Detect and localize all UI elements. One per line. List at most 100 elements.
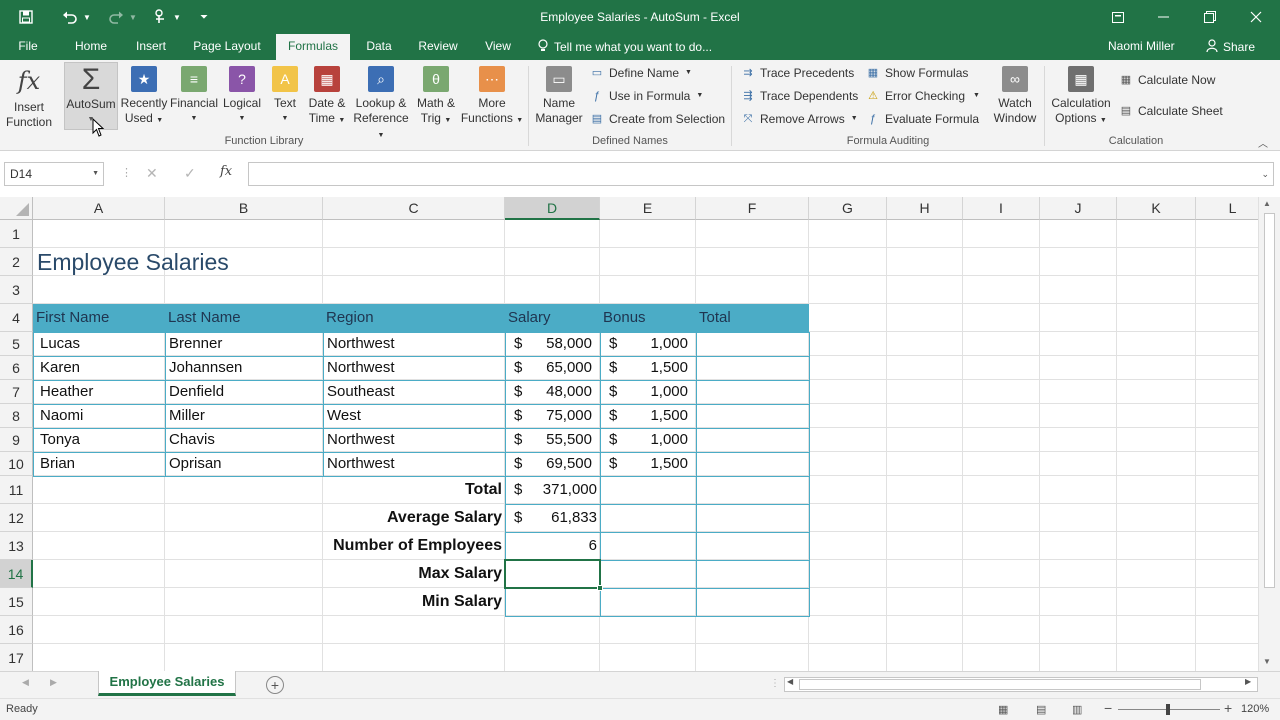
tab-data[interactable]: Data <box>358 34 400 60</box>
cell-last-name[interactable]: Chavis <box>169 428 215 452</box>
column-header-e[interactable]: E <box>600 197 696 220</box>
new-sheet-icon[interactable]: + <box>266 676 284 694</box>
cell-last-name[interactable]: Miller <box>169 404 205 428</box>
summary-value[interactable] <box>505 588 597 616</box>
error-checking-button[interactable]: ⚠ Error Checking ▼ <box>866 89 980 103</box>
trace-dependents-button[interactable]: ⇶ Trace Dependents <box>741 89 858 103</box>
row-header-7[interactable]: 7 <box>0 380 33 404</box>
cell-first-name[interactable]: Naomi <box>40 404 83 428</box>
tab-view[interactable]: View <box>476 34 520 60</box>
row-header-3[interactable]: 3 <box>0 276 33 304</box>
close-icon[interactable] <box>1233 0 1279 34</box>
tell-me-box[interactable]: Tell me what you want to do... <box>538 34 712 60</box>
trace-precedents-button[interactable]: ⇉ Trace Precedents <box>741 66 854 80</box>
cell-first-name[interactable]: Lucas <box>40 332 80 356</box>
define-name-button[interactable]: ▭ Define Name ▼ <box>590 66 692 80</box>
zoom-out-icon[interactable]: − <box>1104 700 1112 716</box>
recently-used-button[interactable]: ★ Recently Used ▼ <box>118 66 170 128</box>
cell-region[interactable]: Northwest <box>327 428 395 452</box>
summary-value[interactable]: 6 <box>505 532 597 560</box>
row-header-11[interactable]: 11 <box>0 476 33 504</box>
row-header-14[interactable]: 14 <box>0 560 33 588</box>
cell-bonus[interactable]: 1,000 <box>600 428 688 452</box>
active-cell-selection[interactable] <box>504 559 601 589</box>
name-box[interactable]: D14 ▼ <box>4 162 104 186</box>
scroll-down-icon[interactable]: ▼ <box>1263 657 1271 666</box>
autosum-button[interactable]: Σ AutoSum ▼ <box>64 62 118 130</box>
row-header-15[interactable]: 15 <box>0 588 33 616</box>
cell-first-name[interactable]: Heather <box>40 380 93 404</box>
scroll-sheets-left-icon[interactable]: ◀ <box>22 677 29 688</box>
logical-button[interactable]: ? Logical ▼ <box>220 66 264 126</box>
cell-bonus[interactable]: 1,500 <box>600 356 688 380</box>
select-all-corner[interactable] <box>0 197 33 220</box>
cancel-entry-icon[interactable]: ✕ <box>146 165 158 182</box>
row-header-1[interactable]: 1 <box>0 220 33 248</box>
scroll-right-icon[interactable]: ▶ <box>1245 677 1251 686</box>
customize-qat-icon[interactable]: ⏷ <box>192 2 216 32</box>
summary-value[interactable]: 61,833 <box>505 504 597 532</box>
normal-view-icon[interactable]: ▦ <box>998 703 1008 716</box>
cell-bonus[interactable]: 1,000 <box>600 380 688 404</box>
more-functions-button[interactable]: ⋯ More Functions ▼ <box>460 66 524 128</box>
create-from-selection-button[interactable]: ▤ Create from Selection <box>590 112 725 126</box>
cell-salary[interactable]: 75,000 <box>505 404 592 428</box>
collapse-ribbon-icon[interactable]: ︿ <box>1258 135 1268 150</box>
cell-region[interactable]: Northwest <box>327 452 395 476</box>
column-header-d[interactable]: D <box>505 197 600 220</box>
cell-region[interactable]: Northwest <box>327 356 395 380</box>
summary-value[interactable]: 371,000 <box>505 476 597 504</box>
touch-dropdown-icon[interactable]: ▼ <box>170 2 184 32</box>
column-header-i[interactable]: I <box>963 197 1040 220</box>
worksheet-grid[interactable]: A B C D E F G H I J K L 1 2 3 4 5 6 7 8 9 10 11 12 13 14 15 16 17 Emp… <box>0 197 1258 671</box>
undo-dropdown-icon[interactable]: ▼ <box>80 2 94 32</box>
vertical-scroll-thumb[interactable] <box>1264 213 1275 588</box>
vertical-scrollbar[interactable]: ▲ ▼ <box>1258 197 1280 671</box>
tab-split-icon[interactable]: ⋮ <box>770 678 780 689</box>
evaluate-formula-button[interactable]: ƒ Evaluate Formula <box>866 112 979 126</box>
column-header-c[interactable]: C <box>323 197 505 220</box>
expand-formula-bar-icon[interactable]: ⌄ <box>1261 163 1269 185</box>
formula-input[interactable]: ⌄ <box>248 162 1274 186</box>
tab-page-layout[interactable]: Page Layout <box>186 34 268 60</box>
cell-bonus[interactable]: 1,500 <box>600 404 688 428</box>
page-layout-view-icon[interactable]: ▤ <box>1036 703 1046 716</box>
date-time-button[interactable]: ▦ Date & Time ▼ <box>304 66 350 128</box>
row-header-10[interactable]: 10 <box>0 452 33 476</box>
horizontal-scrollbar[interactable]: ◀ ▶ <box>784 677 1258 692</box>
row-header-9[interactable]: 9 <box>0 428 33 452</box>
name-manager-button[interactable]: ▭ Name Manager <box>532 66 586 126</box>
lookup-reference-button[interactable]: ⌕ Lookup & Reference ▼ <box>350 66 412 143</box>
column-header-a[interactable]: A <box>33 197 165 220</box>
cell-region[interactable]: Southeast <box>327 380 395 404</box>
calculation-options-button[interactable]: ▦ Calculation Options ▼ <box>1048 66 1114 128</box>
insert-function-button[interactable]: fx Insert Function <box>2 66 56 130</box>
cell-first-name[interactable]: Karen <box>40 356 80 380</box>
cell-salary[interactable]: 55,500 <box>505 428 592 452</box>
financial-button[interactable]: ≡ Financial ▼ <box>170 66 218 126</box>
row-header-16[interactable]: 16 <box>0 616 33 644</box>
remove-arrows-button[interactable]: ⤧ Remove Arrows ▼ <box>741 112 858 126</box>
save-icon[interactable] <box>12 2 40 32</box>
minimize-icon[interactable] <box>1141 0 1187 34</box>
calculate-sheet-button[interactable]: ▤ Calculate Sheet <box>1119 104 1223 118</box>
cell-salary[interactable]: 58,000 <box>505 332 592 356</box>
cell-bonus[interactable]: 1,000 <box>600 332 688 356</box>
row-header-12[interactable]: 12 <box>0 504 33 532</box>
autosum-dropdown-icon[interactable]: ▼ <box>65 112 117 127</box>
row-header-6[interactable]: 6 <box>0 356 33 380</box>
calculate-now-button[interactable]: ▦ Calculate Now <box>1119 73 1216 87</box>
cell-salary[interactable]: 69,500 <box>505 452 592 476</box>
column-header-k[interactable]: K <box>1117 197 1196 220</box>
scroll-sheets-right-icon[interactable]: ▶ <box>50 677 57 688</box>
row-header-4[interactable]: 4 <box>0 304 33 332</box>
confirm-entry-icon[interactable]: ✓ <box>184 165 196 182</box>
row-header-5[interactable]: 5 <box>0 332 33 356</box>
page-break-view-icon[interactable]: ▥ <box>1072 703 1082 716</box>
cell-first-name[interactable]: Brian <box>40 452 75 476</box>
user-name[interactable]: Naomi Miller <box>1108 34 1175 60</box>
row-header-17[interactable]: 17 <box>0 644 33 671</box>
tab-home[interactable]: Home <box>66 34 116 60</box>
column-header-j[interactable]: J <box>1040 197 1117 220</box>
sheet-tab-employee-salaries[interactable]: Employee Salaries <box>98 671 236 696</box>
